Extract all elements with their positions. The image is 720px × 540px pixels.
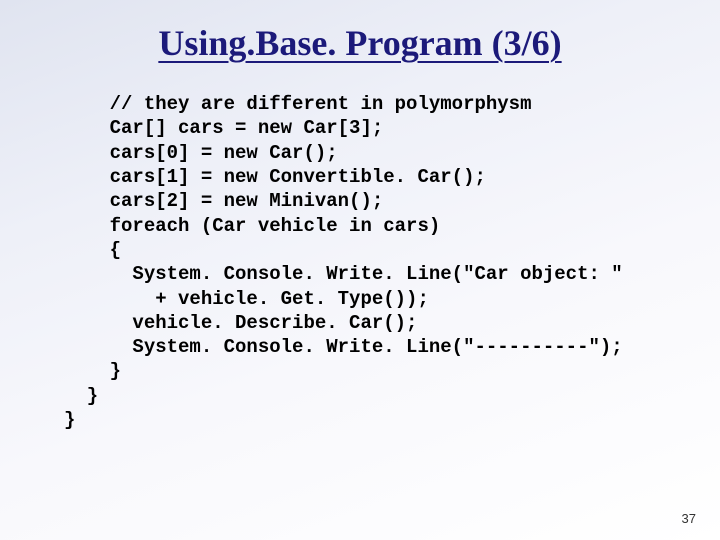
slide-title: Using.Base. Program (3/6)	[0, 0, 720, 64]
page-number: 37	[682, 511, 696, 526]
slide: Using.Base. Program (3/6) // they are di…	[0, 0, 720, 540]
code-block: // they are different in polymorphysm Ca…	[64, 92, 720, 432]
